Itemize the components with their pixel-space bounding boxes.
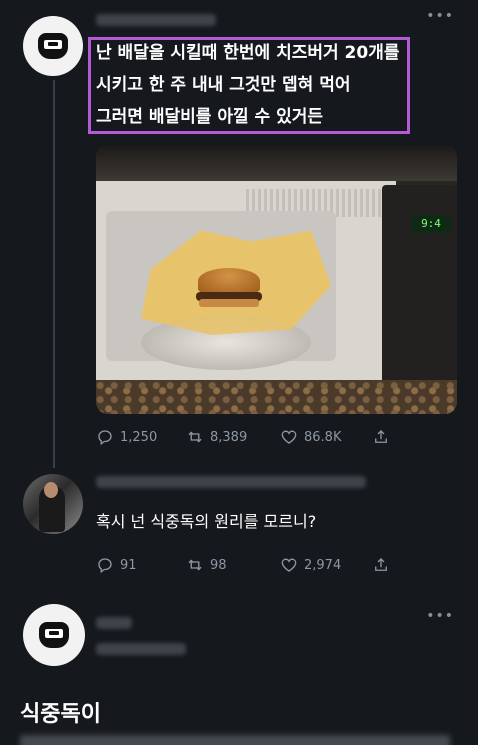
tweet2-actions: 91 98 2,974 xyxy=(96,556,390,574)
tweet-text: 혹시 넌 식중독의 원리를 모르니? xyxy=(96,512,317,531)
microwave-display: 9:4 xyxy=(411,215,451,233)
avatar[interactable] xyxy=(23,474,83,534)
tweet-text-line-2: 시키고 한 주 내내 그것만 뎁혀 먹어 xyxy=(96,75,351,95)
burger-bun-bottom xyxy=(199,299,259,307)
reply-button[interactable]: 1,250 xyxy=(96,428,186,446)
tweet1-actions: 1,250 8,389 86.8K xyxy=(96,428,390,446)
avatar[interactable] xyxy=(23,16,83,76)
burger-bun-top xyxy=(198,268,260,294)
avatar[interactable] xyxy=(23,604,85,666)
reply-count: 91 xyxy=(120,557,137,573)
retweet-count: 98 xyxy=(210,557,227,573)
author-name-blurred xyxy=(96,617,132,629)
author-handle-blurred xyxy=(96,643,186,655)
tweet-text-line-3: 그러면 배달비를 아낄 수 있거든 xyxy=(96,107,323,127)
like-button[interactable]: 86.8K xyxy=(280,428,372,446)
heart-icon xyxy=(281,558,297,572)
avatar-badge xyxy=(38,33,68,59)
like-button[interactable]: 2,974 xyxy=(280,556,372,574)
cropped-text-blurred xyxy=(20,735,450,745)
tweet-text: 식중독이 xyxy=(20,702,101,727)
heart-icon xyxy=(281,430,297,444)
tweet-media-image[interactable]: 9:4 xyxy=(96,145,457,414)
avatar-badge xyxy=(39,622,69,648)
reply-icon xyxy=(98,430,112,446)
reply-count: 1,250 xyxy=(120,429,158,445)
author-name-blurred xyxy=(96,476,366,488)
share-button[interactable] xyxy=(372,556,390,574)
share-button[interactable] xyxy=(372,428,390,446)
share-icon xyxy=(375,558,387,571)
more-dots-icon[interactable]: ••• xyxy=(426,608,454,624)
retweet-count: 8,389 xyxy=(210,429,248,445)
more-dots-icon[interactable]: ••• xyxy=(426,8,454,24)
avatar-face xyxy=(44,482,58,498)
share-icon xyxy=(375,430,387,443)
like-count: 86.8K xyxy=(304,429,342,445)
countertop xyxy=(96,380,457,414)
retweet-button[interactable]: 98 xyxy=(186,556,280,574)
reply-button[interactable]: 91 xyxy=(96,556,186,574)
retweet-button[interactable]: 8,389 xyxy=(186,428,280,446)
retweet-icon xyxy=(188,559,202,571)
thread-connector-line xyxy=(53,80,55,468)
microwave-top xyxy=(96,145,457,181)
tweet-text-line-1: 난 배달을 시킬때 한번에 치즈버거 20개를 xyxy=(96,43,400,63)
reply-icon xyxy=(98,558,112,574)
like-count: 2,974 xyxy=(304,557,342,573)
retweet-icon xyxy=(188,431,202,443)
author-name-blurred xyxy=(96,14,216,26)
